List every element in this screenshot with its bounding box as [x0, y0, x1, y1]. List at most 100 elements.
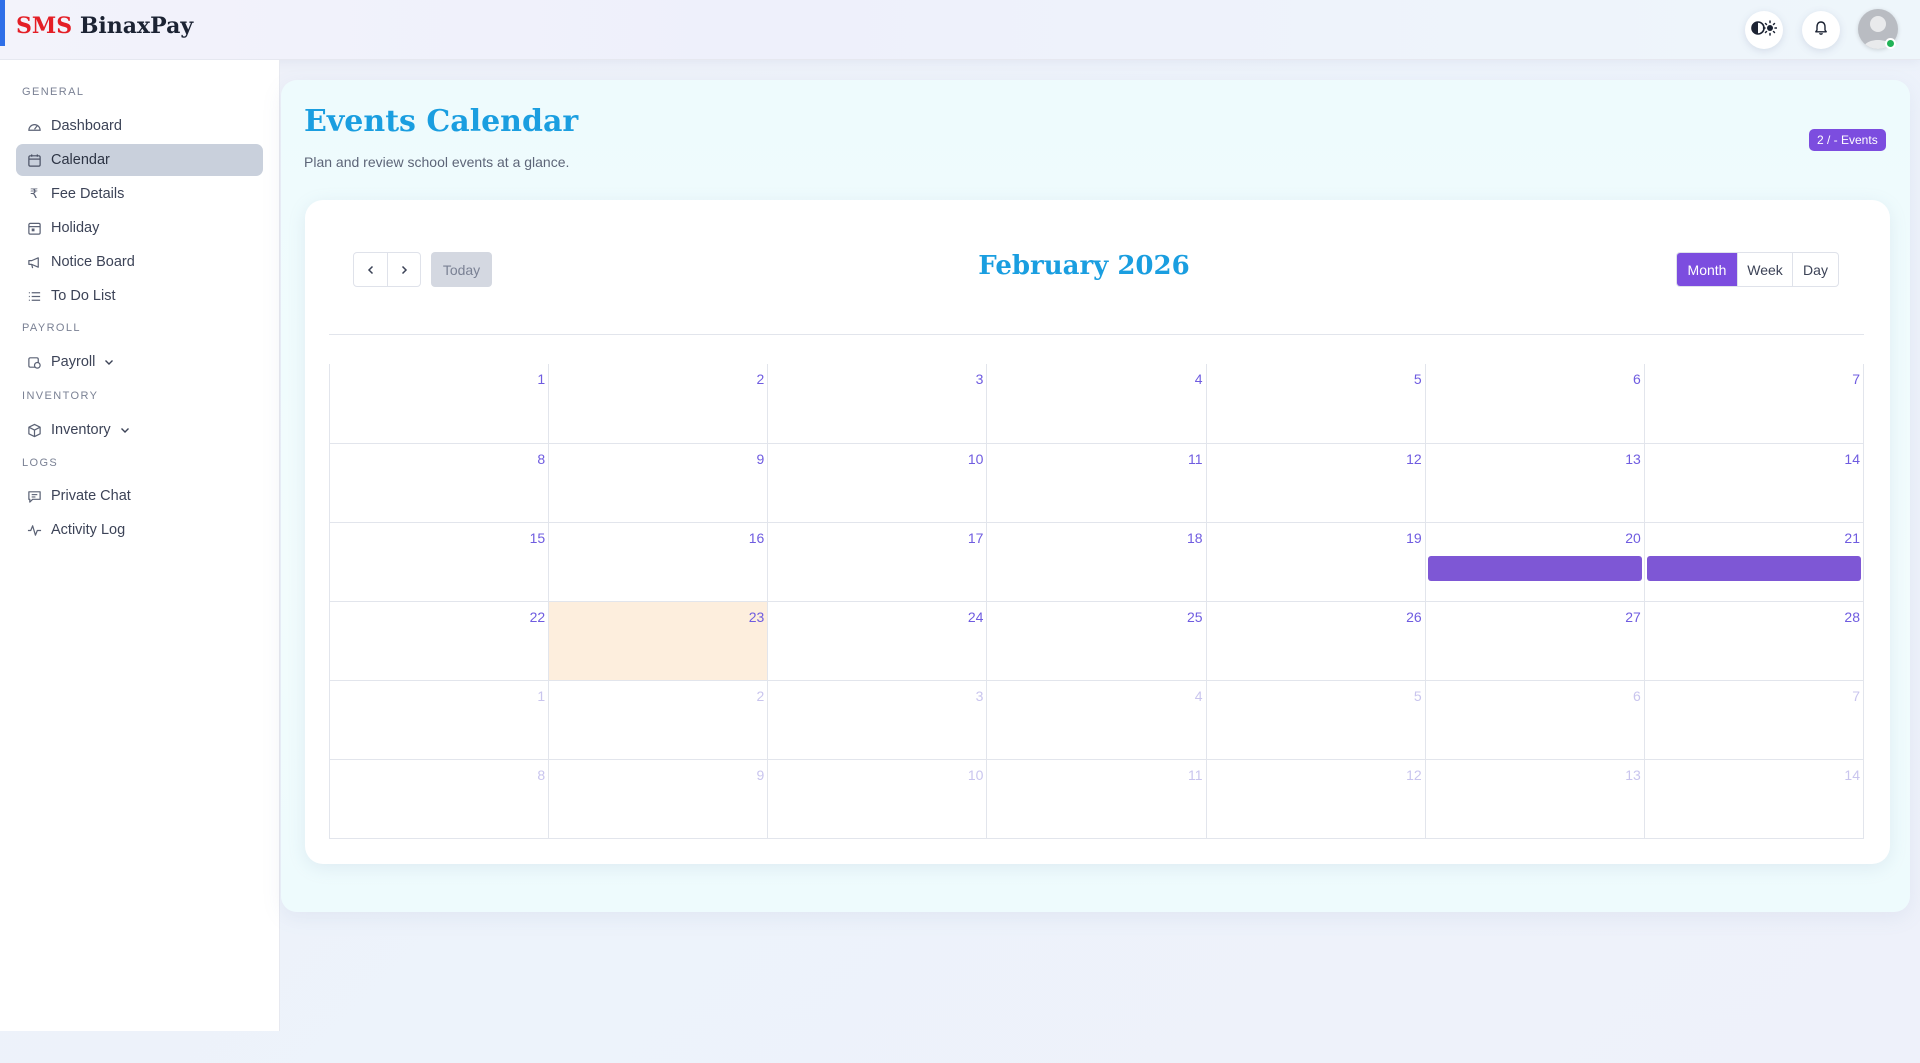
calendar-day-cell[interactable]: 2: [549, 680, 769, 759]
calendar-day-cell[interactable]: 8: [330, 443, 550, 522]
sidebar-item-holiday[interactable]: Holiday: [16, 212, 263, 244]
prev-month-button[interactable]: [354, 253, 387, 286]
calendar-day-cell[interactable]: 9: [549, 443, 769, 522]
view-week-button[interactable]: Week: [1737, 253, 1792, 286]
calendar-day-cell[interactable]: 2: [549, 364, 769, 443]
day-number[interactable]: 17: [968, 530, 984, 546]
day-number[interactable]: 6: [1633, 688, 1641, 704]
notifications-button[interactable]: [1802, 11, 1840, 49]
calendar-day-cell[interactable]: 11: [987, 759, 1207, 838]
calendar-day-cell[interactable]: 5: [1206, 680, 1426, 759]
sidebar-item-calendar[interactable]: Calendar: [16, 144, 263, 176]
sidebar-item-to-do-list[interactable]: To Do List: [16, 280, 263, 312]
day-number[interactable]: 5: [1414, 371, 1422, 387]
day-number[interactable]: 15: [530, 530, 546, 546]
calendar-day-cell[interactable]: 1: [330, 364, 550, 443]
calendar-day-cell[interactable]: 10: [768, 443, 988, 522]
day-number[interactable]: 9: [756, 767, 764, 783]
calendar-day-cell[interactable]: 3: [768, 680, 988, 759]
calendar-day-cell[interactable]: 1: [330, 680, 550, 759]
calendar-day-cell[interactable]: 7: [1644, 680, 1864, 759]
day-number[interactable]: 9: [756, 451, 764, 467]
day-number[interactable]: 3: [976, 688, 984, 704]
calendar-day-cell[interactable]: 19: [1206, 522, 1426, 601]
calendar-day-cell[interactable]: 16: [549, 522, 769, 601]
calendar-day-cell[interactable]: 14: [1644, 443, 1864, 522]
calendar-day-cell[interactable]: 10: [768, 759, 988, 838]
event-bar[interactable]: [1646, 556, 1861, 581]
day-number[interactable]: 25: [1187, 609, 1203, 625]
day-number[interactable]: 4: [1195, 371, 1203, 387]
calendar-day-cell[interactable]: 8: [330, 759, 550, 838]
calendar-day-cell[interactable]: 27: [1425, 601, 1645, 680]
calendar-day-cell[interactable]: 24: [768, 601, 988, 680]
day-number[interactable]: 28: [1844, 609, 1860, 625]
day-number[interactable]: 24: [968, 609, 984, 625]
day-number[interactable]: 8: [537, 451, 545, 467]
calendar-day-cell[interactable]: 14: [1644, 759, 1864, 838]
calendar-day-cell[interactable]: 11: [987, 443, 1207, 522]
calendar-day-cell[interactable]: 7: [1645, 364, 1864, 443]
day-number[interactable]: 12: [1406, 767, 1422, 783]
calendar-day-cell[interactable]: 25: [987, 601, 1207, 680]
calendar-day-cell[interactable]: 6: [1426, 364, 1645, 443]
calendar-day-cell[interactable]: 28: [1644, 601, 1864, 680]
day-number[interactable]: 22: [530, 609, 546, 625]
day-number[interactable]: 27: [1625, 609, 1641, 625]
day-number[interactable]: 5: [1414, 688, 1422, 704]
calendar-day-cell[interactable]: 21: [1644, 522, 1864, 601]
day-number[interactable]: 11: [1188, 451, 1203, 467]
calendar-day-cell[interactable]: 18: [987, 522, 1207, 601]
day-number[interactable]: 1: [537, 688, 545, 704]
calendar-day-cell[interactable]: 3: [768, 364, 988, 443]
sidebar-item-inventory[interactable]: Inventory: [16, 414, 263, 446]
day-number[interactable]: 20: [1625, 530, 1641, 546]
day-number[interactable]: 14: [1844, 767, 1860, 783]
calendar-day-cell[interactable]: 12: [1206, 759, 1426, 838]
calendar-day-cell-today[interactable]: 23: [549, 601, 769, 680]
day-number[interactable]: 19: [1406, 530, 1422, 546]
sidebar-item-fee-details[interactable]: ₹ Fee Details: [16, 178, 263, 210]
day-number[interactable]: 3: [976, 371, 984, 387]
day-number[interactable]: 26: [1406, 609, 1422, 625]
brand-logo[interactable]: SMS BinaxPay: [16, 13, 193, 39]
today-button[interactable]: Today: [431, 252, 492, 287]
sidebar-item-activity-log[interactable]: Activity Log: [16, 514, 263, 546]
view-month-button[interactable]: Month: [1677, 253, 1737, 286]
day-number[interactable]: 14: [1844, 451, 1860, 467]
sidebar-item-notice-board[interactable]: Notice Board: [16, 246, 263, 278]
calendar-day-cell[interactable]: 26: [1206, 601, 1426, 680]
sidebar-item-payroll[interactable]: Payroll: [16, 346, 263, 378]
day-number[interactable]: 18: [1187, 530, 1203, 546]
day-number[interactable]: 10: [968, 767, 984, 783]
day-number[interactable]: 2: [756, 371, 764, 387]
sidebar-item-dashboard[interactable]: Dashboard: [16, 110, 263, 142]
next-month-button[interactable]: [387, 253, 420, 286]
calendar-day-cell[interactable]: 4: [987, 364, 1207, 443]
theme-toggle-button[interactable]: [1745, 11, 1783, 49]
day-number[interactable]: 13: [1625, 767, 1641, 783]
calendar-day-cell[interactable]: 12: [1206, 443, 1426, 522]
calendar-day-cell[interactable]: 6: [1425, 680, 1645, 759]
day-number[interactable]: 4: [1195, 688, 1203, 704]
calendar-day-cell[interactable]: 17: [768, 522, 988, 601]
sidebar-item-private-chat[interactable]: Private Chat: [16, 480, 263, 512]
day-number[interactable]: 7: [1852, 688, 1860, 704]
calendar-day-cell[interactable]: 22: [330, 601, 550, 680]
day-number[interactable]: 21: [1844, 530, 1860, 546]
day-number[interactable]: 23: [749, 609, 765, 625]
calendar-day-cell[interactable]: 20: [1425, 522, 1645, 601]
event-bar[interactable]: [1427, 556, 1642, 581]
calendar-day-cell[interactable]: 15: [330, 522, 550, 601]
day-number[interactable]: 1: [537, 371, 545, 387]
day-number[interactable]: 8: [537, 767, 545, 783]
day-number[interactable]: 11: [1188, 767, 1203, 783]
calendar-day-cell[interactable]: 4: [987, 680, 1207, 759]
calendar-day-cell[interactable]: 5: [1207, 364, 1426, 443]
day-number[interactable]: 6: [1633, 371, 1641, 387]
calendar-day-cell[interactable]: 13: [1425, 759, 1645, 838]
day-number[interactable]: 10: [968, 451, 984, 467]
day-number[interactable]: 7: [1852, 371, 1860, 387]
day-number[interactable]: 13: [1625, 451, 1641, 467]
day-number[interactable]: 16: [749, 530, 765, 546]
